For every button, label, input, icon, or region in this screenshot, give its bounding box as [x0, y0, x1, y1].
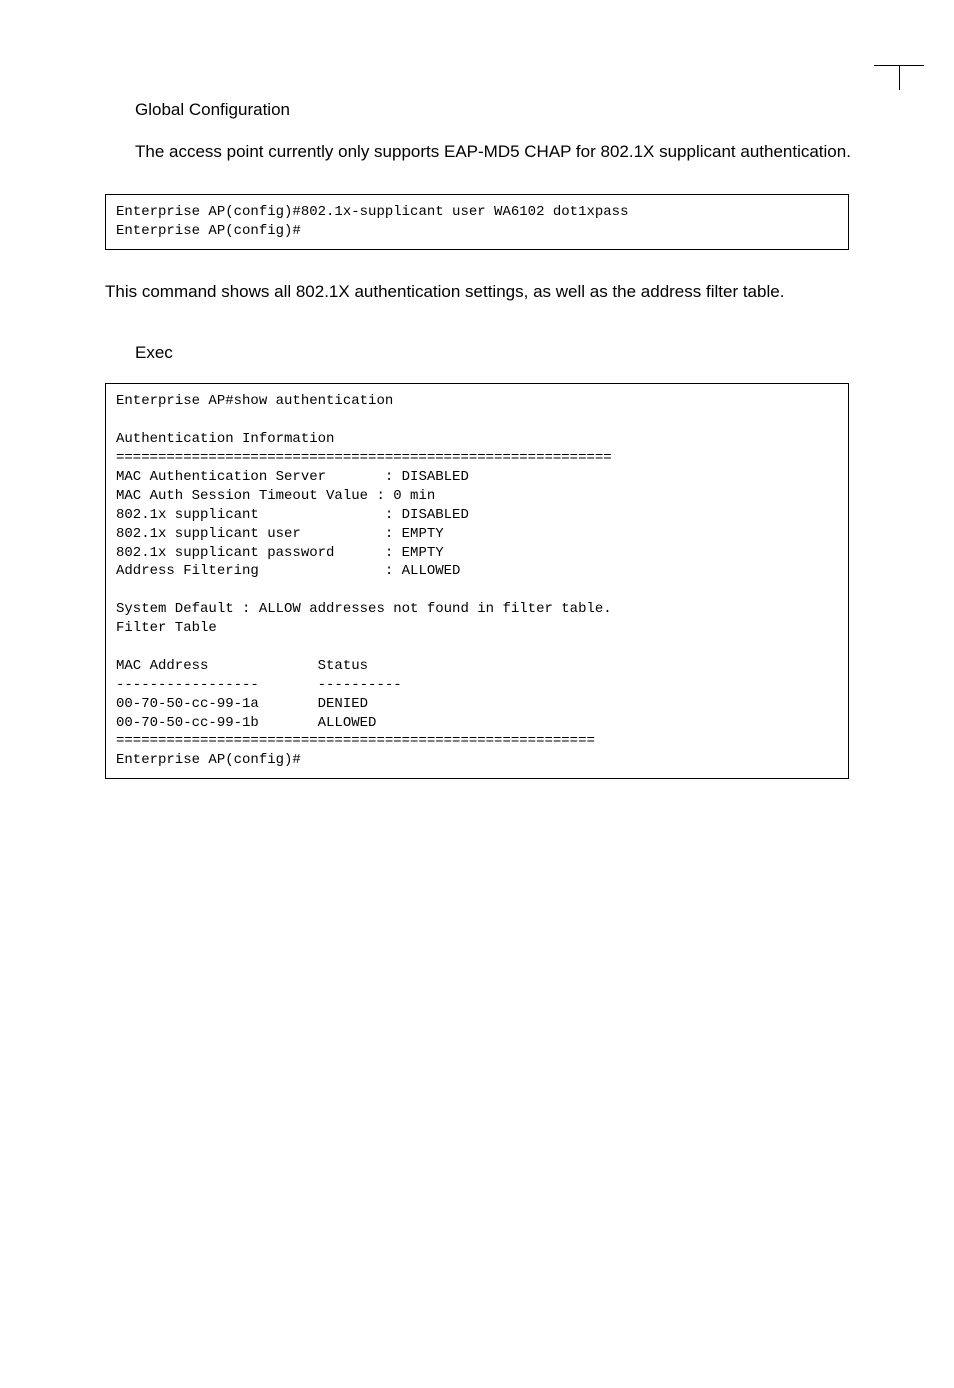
command-mode-heading-2: Exec [75, 343, 879, 363]
code-example-2: Enterprise AP#show authentication Authen… [105, 383, 849, 779]
command-description: This command shows all 802.1X authentica… [75, 280, 879, 304]
crop-mark [874, 40, 924, 90]
body-paragraph-1: The access point currently only supports… [75, 140, 879, 164]
code-example-1: Enterprise AP(config)#802.1x-supplicant … [105, 194, 849, 250]
command-mode-heading-1: Global Configuration [75, 100, 879, 120]
